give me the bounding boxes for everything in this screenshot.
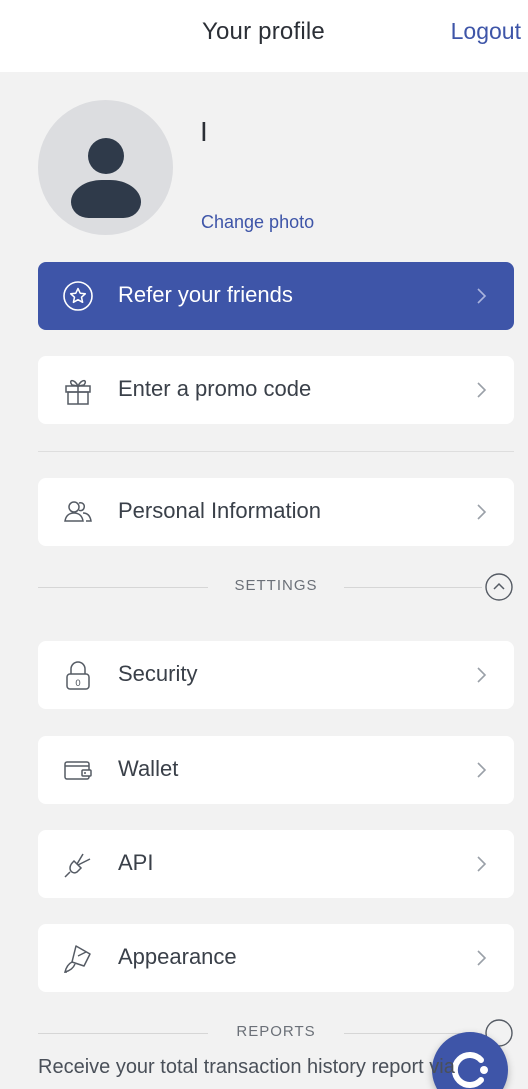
appearance-button[interactable]: Appearance	[38, 924, 514, 992]
security-label: Security	[118, 661, 198, 686]
section-line	[344, 587, 482, 588]
profile-content: I Change photo Refer your friends Enter …	[0, 72, 528, 1089]
security-button[interactable]: 0 Security	[38, 641, 514, 709]
chevron-right-icon	[477, 382, 487, 398]
reports-description: Receive your total transaction history r…	[38, 1056, 455, 1078]
refer-friends-button[interactable]: Refer your friends	[38, 262, 514, 330]
users-icon	[64, 501, 92, 522]
wallet-icon	[64, 761, 92, 780]
plug-icon	[64, 853, 91, 878]
chevron-right-icon	[477, 762, 487, 778]
divider	[38, 451, 514, 452]
settings-section-title: SETTINGS	[234, 577, 318, 594]
user-name: I	[200, 116, 208, 147]
api-label: API	[118, 850, 154, 875]
change-photo-link[interactable]: Change photo	[201, 212, 314, 233]
logout-link[interactable]: Logout	[451, 18, 521, 45]
star-circle-icon	[63, 281, 93, 311]
appearance-label: Appearance	[118, 944, 237, 969]
top-header: Your profile Logout	[0, 0, 528, 72]
refer-friends-label: Refer your friends	[118, 282, 293, 307]
reports-section-title: REPORTS	[236, 1023, 316, 1040]
personal-information-label: Personal Information	[118, 498, 321, 523]
avatar-head-shape	[88, 138, 124, 174]
section-line	[38, 1033, 208, 1034]
section-line	[38, 587, 208, 588]
wallet-button[interactable]: Wallet	[38, 736, 514, 804]
chevron-right-icon	[477, 288, 487, 304]
gift-icon	[65, 379, 91, 405]
wallet-label: Wallet	[118, 756, 179, 781]
chevron-right-icon	[477, 950, 487, 966]
settings-section-header: SETTINGS	[38, 572, 514, 602]
avatar[interactable]	[38, 100, 173, 235]
promo-code-button[interactable]: Enter a promo code	[38, 356, 514, 424]
svg-text:0: 0	[75, 679, 81, 689]
personal-information-button[interactable]: Personal Information	[38, 478, 514, 546]
padlock-icon: 0	[66, 661, 90, 690]
chevron-right-icon	[477, 504, 487, 520]
paint-brush-icon	[63, 945, 91, 974]
chevron-up-circle-icon[interactable]	[484, 572, 514, 602]
chevron-right-icon	[477, 667, 487, 683]
chevron-right-icon	[477, 856, 487, 872]
promo-code-label: Enter a promo code	[118, 376, 312, 401]
page-title: Your profile	[202, 18, 325, 45]
api-button[interactable]: API	[38, 830, 514, 898]
avatar-body-shape	[71, 180, 141, 218]
